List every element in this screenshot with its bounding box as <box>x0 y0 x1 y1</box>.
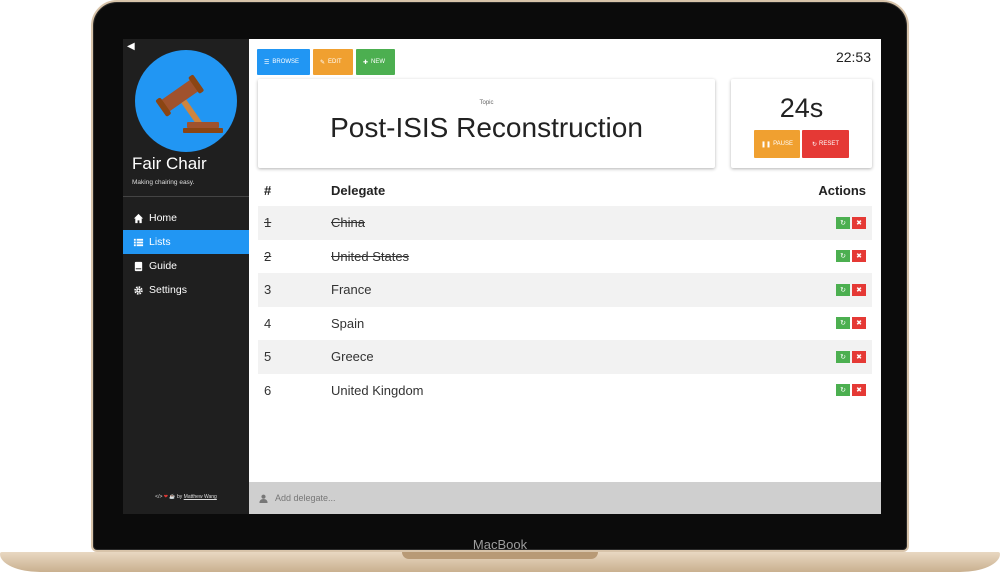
table-row: 1 China ↻ ✖ <box>258 206 872 240</box>
pause-label: PAUSE <box>773 141 793 147</box>
sidebar-item-guide[interactable]: Guide <box>123 254 249 278</box>
row-delegate: China <box>331 215 365 231</box>
table-row: 2 United States ↻ ✖ <box>258 240 872 274</box>
credit-prefix: by <box>177 494 183 500</box>
sidebar-item-label: Lists <box>149 236 171 248</box>
mark-spoken-button[interactable]: ↻ <box>836 350 850 363</box>
remove-button[interactable]: ✖ <box>852 283 866 296</box>
header-actions: Actions <box>818 183 866 198</box>
row-actions: ↻ ✖ <box>836 216 872 229</box>
edit-button[interactable]: ✎ EDIT <box>313 49 353 75</box>
sidebar-divider <box>123 196 249 197</box>
author-link[interactable]: Matthew Wang <box>184 494 217 500</box>
row-delegate: United States <box>331 248 410 264</box>
row-delegate: Greece <box>331 349 374 365</box>
sidebar-item-settings[interactable]: Settings <box>123 278 249 302</box>
row-delegate: United Kingdom <box>331 382 424 398</box>
browse-button[interactable]: ☰ BROWSE <box>257 49 310 75</box>
refresh-icon: ↻ <box>811 141 817 148</box>
reset-label: RESET <box>819 141 840 147</box>
row-number: 3 <box>264 282 272 298</box>
coffee-icon: ☕ <box>169 494 176 500</box>
pause-icon: ❚❚ <box>761 141 772 148</box>
remove-button[interactable]: ✖ <box>852 250 866 263</box>
edit-label: EDIT <box>328 59 342 65</box>
main-content: ☰ BROWSE ✎ EDIT ✚ NEW 22:53 Topic Post-I… <box>249 39 881 514</box>
topic-title: Post-ISIS Reconstruction <box>330 112 643 143</box>
laptop-notch <box>402 552 598 559</box>
row-actions: ↻ ✖ <box>836 283 872 296</box>
book-icon <box>134 261 143 271</box>
user-icon <box>259 494 268 503</box>
sidebar-item-home[interactable]: Home <box>123 206 249 230</box>
remove-button[interactable]: ✖ <box>852 350 866 363</box>
header-num: # <box>264 183 272 198</box>
clock: 22:53 <box>835 49 871 65</box>
sidebar-item-label: Guide <box>149 260 178 272</box>
sidebar-item-label: Settings <box>149 284 187 296</box>
heart-icon: ❤ <box>163 494 168 500</box>
credit: </> ❤ ☕ by Matthew Wang <box>123 494 249 500</box>
app-tagline: Making chairing easy. <box>132 179 195 186</box>
timer-value: 24s <box>779 93 824 123</box>
add-delegate-input[interactable] <box>275 493 575 503</box>
header-delegate: Delegate <box>331 183 386 198</box>
row-actions: ↻ ✖ <box>836 250 872 263</box>
edit-icon: ✎ <box>320 59 326 66</box>
new-label: NEW <box>371 59 386 65</box>
table-row: 4 Spain ↻ ✖ <box>258 307 872 341</box>
collapse-sidebar-icon[interactable]: ◀ <box>127 41 135 52</box>
code-icon: </> <box>155 494 163 500</box>
mark-spoken-button[interactable]: ↻ <box>836 216 850 229</box>
list-icon: ☰ <box>264 59 270 66</box>
laptop-brand: MacBook <box>472 537 528 552</box>
new-button[interactable]: ✚ NEW <box>356 49 395 75</box>
row-actions: ↻ ✖ <box>836 384 872 397</box>
row-delegate: France <box>331 282 372 298</box>
table-row: 5 Greece ↻ ✖ <box>258 340 872 374</box>
mark-spoken-button[interactable]: ↻ <box>836 317 850 330</box>
mark-spoken-button[interactable]: ↻ <box>836 283 850 296</box>
row-delegate: Spain <box>331 315 365 331</box>
app-screen: ◀ Fair Chair Making chairing easy. Home <box>123 39 881 514</box>
row-number: 6 <box>264 382 272 398</box>
plus-icon: ✚ <box>363 59 369 66</box>
table-row: 3 France ↻ ✖ <box>258 273 872 307</box>
remove-button[interactable]: ✖ <box>852 216 866 229</box>
pause-button[interactable]: ❚❚ PAUSE <box>754 130 800 158</box>
app-name: Fair Chair <box>132 154 207 173</box>
timer-card: 24s ❚❚ PAUSE ↻ RESET <box>731 79 872 168</box>
row-number: 1 <box>264 215 272 231</box>
table-row: 6 United Kingdom ↻ ✖ <box>258 374 872 408</box>
reset-button[interactable]: ↻ RESET <box>802 130 849 158</box>
gear-icon <box>134 285 143 295</box>
table-header: # Delegate Actions <box>258 175 872 206</box>
remove-button[interactable]: ✖ <box>852 384 866 397</box>
row-number: 5 <box>264 349 272 365</box>
mark-spoken-button[interactable]: ↻ <box>836 250 850 263</box>
topic-label: Topic <box>479 100 494 106</box>
toolbar: ☰ BROWSE ✎ EDIT ✚ NEW <box>257 49 395 75</box>
topic-card: Topic Post-ISIS Reconstruction <box>258 79 715 168</box>
add-delegate-bar <box>249 482 881 514</box>
timer-buttons: ❚❚ PAUSE ↻ RESET <box>754 130 849 158</box>
list-icon <box>133 238 144 246</box>
row-number: 4 <box>264 315 272 331</box>
sidebar-item-lists[interactable]: Lists <box>123 230 249 254</box>
sidebar: ◀ Fair Chair Making chairing easy. Home <box>123 39 249 514</box>
row-number: 2 <box>264 248 272 264</box>
sidebar-item-label: Home <box>149 212 178 224</box>
gavel-logo <box>135 50 237 152</box>
row-actions: ↻ ✖ <box>836 317 872 330</box>
sidebar-nav: Home Lists Guide Settings <box>123 206 249 302</box>
home-icon <box>133 213 144 223</box>
row-actions: ↻ ✖ <box>836 350 872 363</box>
delegate-table: # Delegate Actions 1 China ↻ ✖ 2 United … <box>258 175 872 407</box>
remove-button[interactable]: ✖ <box>852 317 866 330</box>
browse-label: BROWSE <box>272 59 300 65</box>
mark-spoken-button[interactable]: ↻ <box>836 384 850 397</box>
